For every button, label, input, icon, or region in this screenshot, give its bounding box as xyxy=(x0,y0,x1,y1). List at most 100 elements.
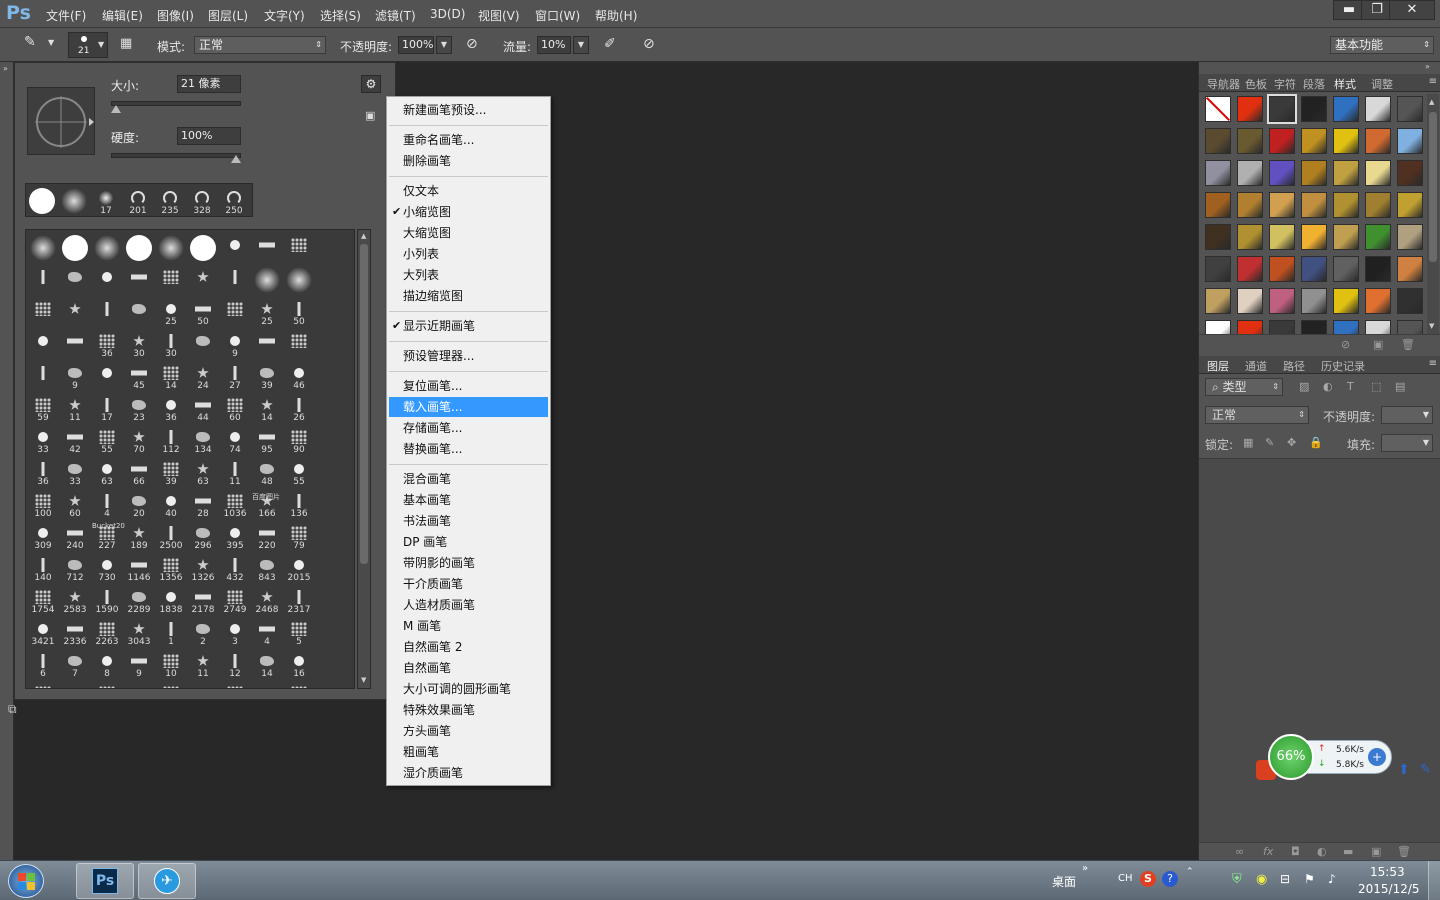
brush-preset[interactable]: 66 xyxy=(123,456,155,488)
context-menu-item[interactable]: 重命名画笔... xyxy=(389,130,548,150)
recent-brush[interactable]: 328 xyxy=(186,185,218,217)
brush-preset[interactable] xyxy=(155,232,187,264)
layers-tab[interactable]: 通道 xyxy=(1245,358,1267,374)
layers-tab[interactable]: 历史记录 xyxy=(1321,358,1365,374)
brush-preset[interactable]: 2178 xyxy=(187,584,219,616)
context-menu-item[interactable]: 自然画笔 xyxy=(389,658,548,678)
lock-all-icon[interactable]: 🔒 xyxy=(1309,436,1323,449)
brush-preset[interactable] xyxy=(91,232,123,264)
group-folder-icon[interactable]: ▬ xyxy=(1343,845,1353,858)
brush-preset[interactable]: 95 xyxy=(251,424,283,456)
brush-preset[interactable]: 3421 xyxy=(27,616,59,648)
blend-mode-select[interactable]: 正常 ⇕ xyxy=(1205,406,1309,424)
brush-preset[interactable]: 40 xyxy=(155,488,187,520)
filter-pixel-icon[interactable]: ▨ xyxy=(1299,380,1309,393)
brush-preset[interactable]: 33 xyxy=(59,456,91,488)
brush-preset[interactable] xyxy=(283,264,315,296)
fill-input[interactable]: ▼ xyxy=(1381,434,1433,452)
brush-preset[interactable] xyxy=(187,264,219,296)
brush-preset[interactable]: 2583 xyxy=(59,584,91,616)
hardness-input[interactable]: 100% xyxy=(177,127,241,145)
style-swatch[interactable] xyxy=(1333,96,1359,122)
context-menu-item[interactable]: ✔ 小缩览图 xyxy=(389,202,548,222)
brush-grid-scrollbar[interactable]: ▲ ▼ xyxy=(357,229,371,689)
brush-preset[interactable]: 3043 xyxy=(123,616,155,648)
brush-preset[interactable]: 26 xyxy=(283,392,315,424)
style-swatch[interactable] xyxy=(1365,320,1391,334)
style-swatch[interactable] xyxy=(1365,128,1391,154)
layer-mask-icon[interactable]: ◘ xyxy=(1291,845,1300,858)
context-menu-item[interactable]: 仅文本 xyxy=(389,181,548,201)
brush-preset[interactable]: 55 xyxy=(91,424,123,456)
brush-preset[interactable]: 44 xyxy=(187,392,219,424)
scroll-thumb[interactable] xyxy=(1429,112,1437,262)
context-menu-item[interactable]: 自然画笔 2 xyxy=(389,637,548,657)
brush-preset[interactable]: 100 xyxy=(27,488,59,520)
brush-preset[interactable] xyxy=(91,296,123,328)
brush-preset[interactable]: 4 xyxy=(91,488,123,520)
style-swatch[interactable] xyxy=(1301,256,1327,282)
style-swatch[interactable] xyxy=(1237,320,1263,334)
recent-brush[interactable]: 201 xyxy=(122,185,154,217)
brush-preset[interactable] xyxy=(251,264,283,296)
plus-icon[interactable]: + xyxy=(1368,748,1386,766)
layer-opacity-input[interactable]: ▼ xyxy=(1381,406,1433,424)
brush-preset[interactable]: 136 xyxy=(283,488,315,520)
style-swatch[interactable] xyxy=(1301,224,1327,250)
context-menu-item[interactable]: 删除画笔 xyxy=(389,151,548,171)
opacity-dropdown-icon[interactable]: ▼ xyxy=(436,36,452,54)
delete-layer-icon[interactable]: 🗑 xyxy=(1397,845,1411,858)
styles-tab[interactable]: 调整 xyxy=(1371,76,1393,92)
brush-preset[interactable]: 3 xyxy=(219,616,251,648)
style-swatch[interactable] xyxy=(1269,288,1295,314)
brush-preset[interactable]: 1590 xyxy=(91,584,123,616)
brush-preset[interactable]: 24 xyxy=(187,360,219,392)
new-style-icon[interactable]: ▣ xyxy=(1373,338,1383,351)
context-menu-item[interactable]: 人造材质画笔 xyxy=(389,595,548,615)
brush-preset[interactable]: 60 xyxy=(219,392,251,424)
style-swatch[interactable] xyxy=(1397,224,1423,250)
scroll-up-icon[interactable]: ▲ xyxy=(1429,98,1434,106)
size-slider-knob[interactable] xyxy=(111,105,122,113)
brush-preset[interactable] xyxy=(219,264,251,296)
panel-dock-icon[interactable]: ⧉ xyxy=(8,702,17,717)
new-preset-icon[interactable]: ▣ xyxy=(365,109,375,122)
context-menu-item[interactable]: 大缩览图 xyxy=(389,223,548,243)
brush-preset[interactable]: 6 xyxy=(27,648,59,680)
adjustment-layer-icon[interactable]: ◐ xyxy=(1317,845,1327,858)
brush-tool-icon[interactable]: ✎ xyxy=(24,34,36,50)
brush-preset[interactable]: 1326 xyxy=(187,552,219,584)
style-swatch[interactable] xyxy=(1267,94,1297,124)
style-swatch[interactable] xyxy=(1269,224,1295,250)
brush-preset[interactable] xyxy=(91,360,123,392)
brush-preset[interactable]: 1146 xyxy=(123,552,155,584)
context-menu-item[interactable]: 书法画笔 xyxy=(389,511,548,531)
hardness-slider-knob[interactable] xyxy=(231,155,241,163)
menu-item[interactable]: 图层(L) xyxy=(208,7,248,24)
brush-preset[interactable] xyxy=(91,680,123,688)
workspace-select[interactable]: 基本功能 ⇕ xyxy=(1330,36,1434,54)
brush-preset[interactable]: 296 xyxy=(187,520,219,552)
context-menu-item[interactable]: 大列表 xyxy=(389,265,548,285)
brush-preset[interactable]: 7 xyxy=(59,648,91,680)
show-desktop-button[interactable] xyxy=(1428,861,1440,900)
context-menu-item[interactable]: 大小可调的圆形画笔 xyxy=(389,679,548,699)
styles-tab[interactable]: 色板 xyxy=(1245,76,1267,92)
layers-tab[interactable]: 路径 xyxy=(1283,358,1305,374)
brush-preset[interactable]: 39 xyxy=(155,456,187,488)
brush-preset[interactable] xyxy=(59,328,91,360)
memory-percent[interactable]: 66% xyxy=(1268,734,1314,780)
style-swatch[interactable] xyxy=(1397,320,1423,334)
brush-preset[interactable] xyxy=(123,264,155,296)
brush-preset[interactable]: 9 xyxy=(123,648,155,680)
style-swatch[interactable] xyxy=(1237,96,1263,122)
airbrush-icon[interactable]: ✐ xyxy=(604,36,616,52)
context-menu-item[interactable]: 干介质画笔 xyxy=(389,574,548,594)
brush-preset[interactable]: 74 xyxy=(219,424,251,456)
context-menu-item[interactable]: M 画笔 xyxy=(389,616,548,636)
brush-preset[interactable] xyxy=(123,680,155,688)
brush-preset[interactable]: 42 xyxy=(59,424,91,456)
scroll-down-icon[interactable]: ▼ xyxy=(1429,322,1434,330)
brush-preset[interactable]: 36 xyxy=(91,328,123,360)
ime-options-icon[interactable]: ⌃ xyxy=(1186,867,1194,877)
